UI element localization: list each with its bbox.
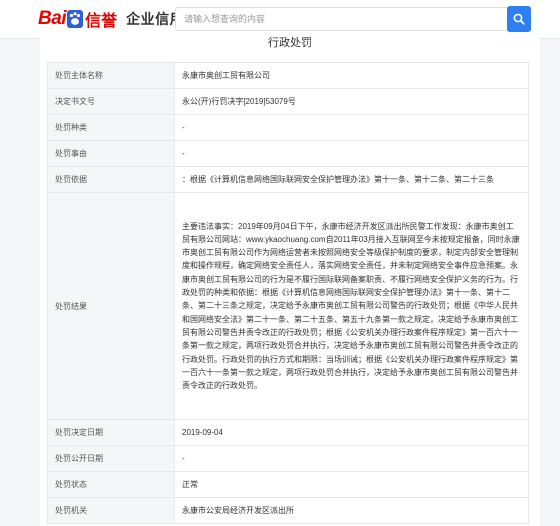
row-label-status: 处罚状态 [47,471,175,498]
row-label-penalty-basis: 处罚依据 [47,166,175,193]
logo-text-xinyu: 信誉 [85,13,118,30]
row-value-authority: 永康市公安局经济开发区派出所 [174,497,529,524]
table-row: 处罚公开日期 - [47,445,529,472]
row-value-penalty-type: - [174,114,529,141]
table-row: 处罚状态 正常 [47,471,529,498]
baidu-paw-icon [67,10,84,28]
row-label-decision-number: 决定书文号 [47,88,175,115]
table-row: 处罚机关 永康市公安局经济开发区派出所 [47,497,529,524]
row-value-status: 正常 [174,471,529,498]
row-value-publish-date: - [174,445,529,472]
row-label-authority: 处罚机关 [47,497,175,524]
row-label-penalty-reason: 处罚事由 [47,140,175,167]
row-value-decision-number: 永公(开)行罚决字[2019]53079号 [174,88,529,115]
table-row: 处罚事由 - [47,140,529,167]
row-label-publish-date: 处罚公开日期 [47,445,175,472]
table-row: 处罚依据 ：根据《计算机信息网络国际联网安全保护管理办法》第十一条、第十二条、第… [47,166,529,193]
logo-text-bai: Bai [38,8,67,29]
search-input[interactable] [176,8,504,30]
table-row: 处罚结果 主要违法事实：2019年09月04日下午，永康市经济开发区派出所民警工… [47,192,529,420]
search-button[interactable] [507,6,531,32]
table-row: 处罚主体名称 永康市奥创工贸有限公司 [47,62,529,89]
row-value-decision-date: 2019-09-04 [174,419,529,446]
baidu-xinyu-logo[interactable]: Bai 信誉 企业信用 [38,8,184,30]
row-label-penalty-type: 处罚种类 [47,114,175,141]
row-value-penalty-result: 主要违法事实：2019年09月04日下午，永康市经济开发区派出所民警工作发现：永… [174,192,529,420]
row-value-penalty-reason: - [174,140,529,167]
penalty-detail-table: 处罚主体名称 永康市奥创工贸有限公司 决定书文号 永公(开)行罚决字[2019]… [47,62,529,524]
table-row: 决定书文号 永公(开)行罚决字[2019]53079号 [47,88,529,115]
row-label-subject: 处罚主体名称 [47,62,175,89]
row-label-decision-date: 处罚决定日期 [47,419,175,446]
row-value-penalty-basis: ：根据《计算机信息网络国际联网安全保护管理办法》第十一条、第十二条、第二十三条 [174,166,529,193]
row-label-penalty-result: 处罚结果 [47,192,175,420]
row-value-subject: 永康市奥创工贸有限公司 [174,62,529,89]
search-icon [513,13,525,25]
penalty-detail-card: 行政处罚 处罚主体名称 永康市奥创工贸有限公司 决定书文号 永公(开)行罚决字[… [40,37,540,526]
table-row: 处罚决定日期 2019-09-04 [47,419,529,446]
search-box [175,7,531,31]
table-row: 处罚种类 - [47,114,529,141]
page-title: 行政处罚 [268,37,312,49]
